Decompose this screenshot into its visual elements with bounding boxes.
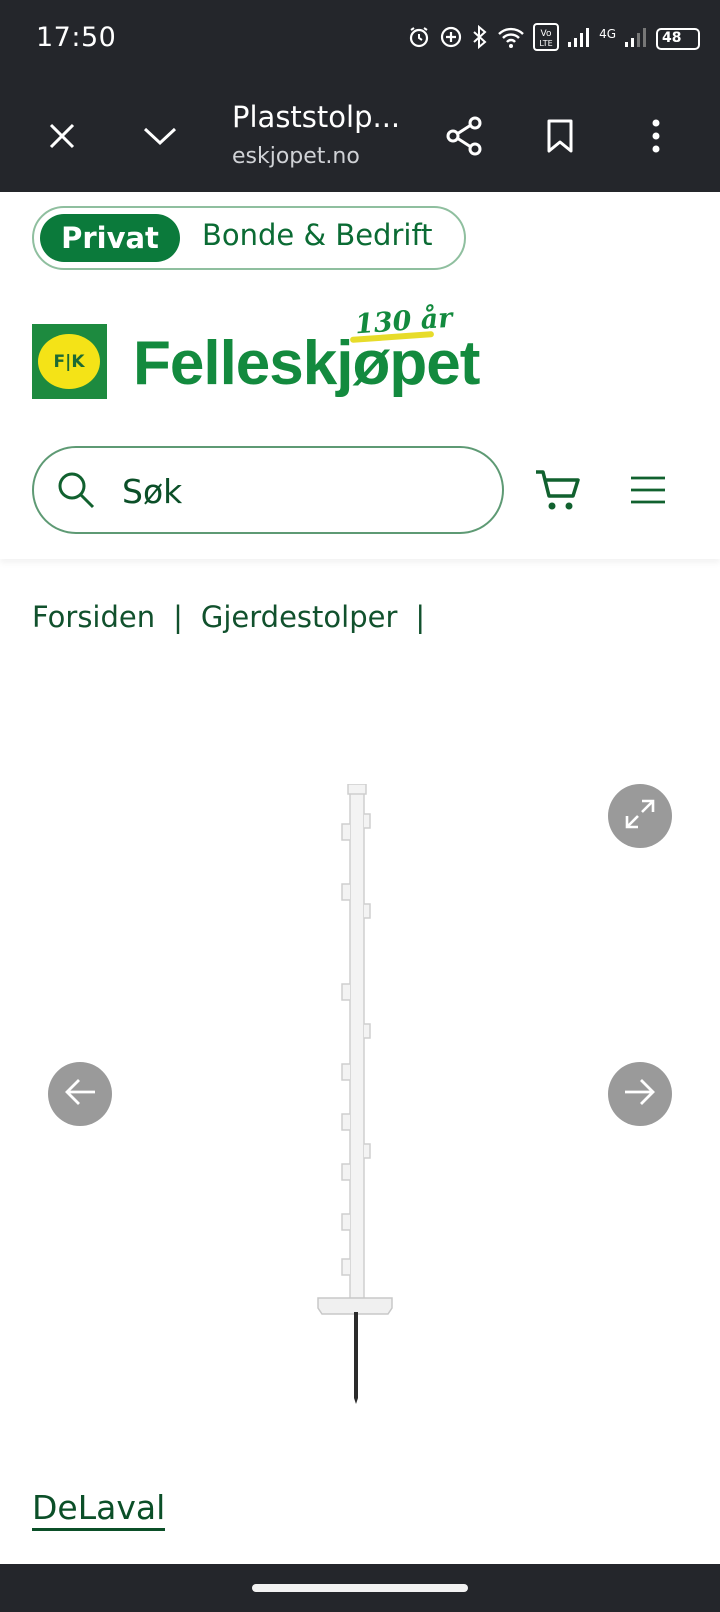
next-image-button[interactable] [608,1062,672,1126]
page-url[interactable]: eskjopet.no [232,144,360,169]
svg-text:LTE: LTE [539,39,552,48]
segment-privat[interactable]: Privat [40,214,180,262]
product-brand-link[interactable]: DeLaval [32,1488,166,1531]
breadcrumb-item-forsiden[interactable]: Forsiden [32,600,155,634]
status-time: 17:50 [36,22,117,53]
menu-icon[interactable] [624,466,672,514]
expand-icon [623,797,657,836]
more-icon[interactable] [634,114,678,158]
close-icon[interactable] [40,114,84,158]
chevron-down-icon[interactable] [138,114,182,158]
previous-image-button[interactable] [48,1062,112,1126]
status-bar: 17:50 Vo LTE 4G 48 [0,0,720,80]
product-image[interactable] [310,784,400,1404]
alarm-icon [407,25,431,54]
arrow-right-icon [623,1077,657,1112]
search-input[interactable]: Søk [122,472,182,511]
system-nav-bar [0,1564,720,1612]
share-icon[interactable] [442,114,486,158]
svg-text:Vo: Vo [541,29,552,39]
product-gallery [0,700,720,1420]
breadcrumb-separator: | [173,600,183,634]
volte-icon: Vo LTE [533,22,560,56]
arrow-left-icon [63,1077,97,1112]
status-icons: Vo LTE 4G 48 [407,22,700,56]
bluetooth-icon [471,24,489,54]
signal-icon-2 [624,26,648,53]
battery-icon: 48 [656,28,700,50]
cart-icon[interactable] [530,466,586,514]
data-saver-icon [439,25,463,54]
bookmark-icon[interactable] [538,114,582,158]
network-type: 4G [599,27,616,41]
signal-icon [567,26,591,53]
breadcrumb-item-gjerdestolper[interactable]: Gjerdestolper [201,600,398,634]
search-box[interactable]: Søk [32,446,504,534]
tab-title[interactable]: Plaststolp... [232,100,400,134]
logo-badge-text: F|K [38,334,100,389]
browser-toolbar: Plaststolp... eskjopet.no [0,80,720,192]
segment-toggle: Privat Bonde & Bedrift [32,206,466,270]
home-indicator[interactable] [252,1584,468,1592]
logo-wordmark[interactable]: Felleskjøpet [133,328,480,399]
logo-badge[interactable]: F|K [32,324,107,399]
breadcrumb: Forsiden | Gjerdestolper | [32,600,425,634]
wifi-icon [497,25,525,54]
search-icon[interactable] [54,468,98,512]
breadcrumb-separator: | [415,600,426,634]
battery-level: 48 [662,30,682,46]
fullscreen-button[interactable] [608,784,672,848]
segment-bonde-bedrift[interactable]: Bonde & Bedrift [202,218,433,252]
